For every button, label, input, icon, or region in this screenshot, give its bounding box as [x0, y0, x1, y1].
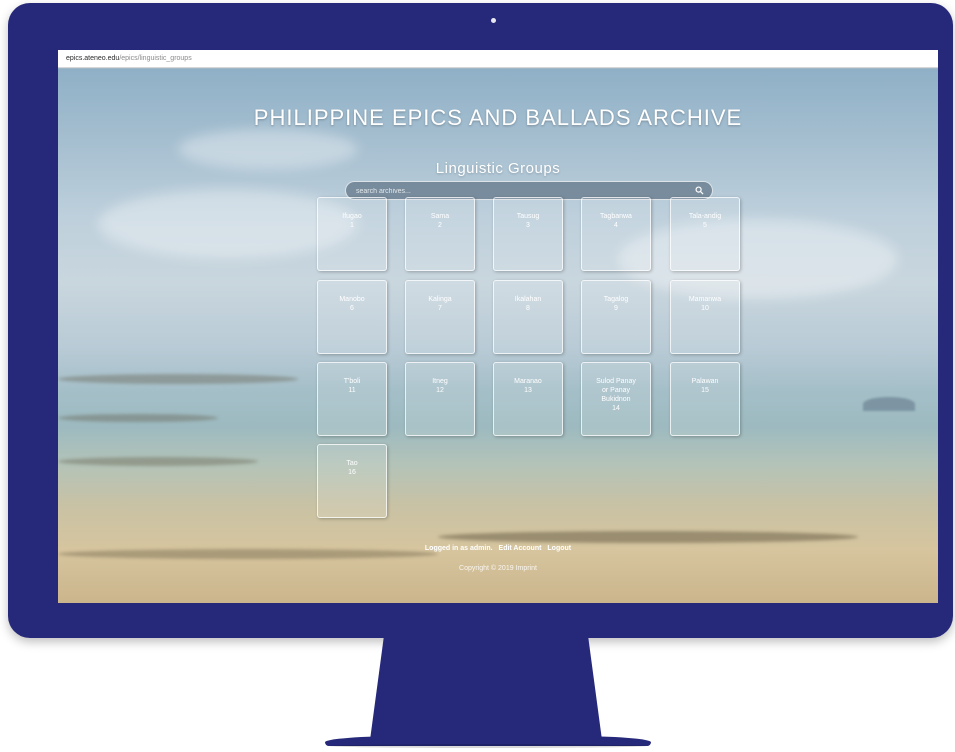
- group-number: 12: [436, 387, 444, 394]
- monitor-stand: [370, 636, 602, 740]
- group-number: 6: [350, 305, 354, 312]
- browser-screen: epics.ateneo.edu/epics/linguistic_groups…: [58, 50, 938, 603]
- linguistic-group-tile[interactable]: Kalinga 7: [405, 280, 475, 354]
- monitor-frame: epics.ateneo.edu/epics/linguistic_groups…: [8, 3, 953, 638]
- logout-link[interactable]: Logout: [547, 545, 571, 552]
- linguistic-group-tile[interactable]: T'boli 11: [317, 362, 387, 436]
- linguistic-group-tile[interactable]: Sama 2: [405, 197, 475, 271]
- page-title: Linguistic Groups: [435, 160, 561, 177]
- logged-in-text: Logged in as admin.: [424, 545, 493, 552]
- linguistic-group-tile[interactable]: Tagalog 9: [581, 280, 651, 354]
- island-shape: [863, 397, 915, 411]
- group-number: 4: [614, 222, 618, 229]
- group-name: Ifugao: [342, 213, 362, 220]
- group-name: Tagbanwa: [600, 213, 632, 220]
- linguistic-group-tile[interactable]: Mamanwa 10: [670, 280, 740, 354]
- group-name: Tagalog: [603, 296, 629, 303]
- edit-account-link[interactable]: Edit Account: [499, 545, 542, 552]
- account-footer: Logged in as admin. Edit Account Logout: [58, 545, 938, 552]
- group-number: 9: [614, 305, 618, 312]
- site-title[interactable]: PHILIPPINE EPICS AND BALLADS ARCHIVE: [58, 105, 938, 131]
- group-number: 10: [701, 305, 709, 312]
- group-name: Ikalahan: [514, 296, 542, 303]
- group-name: Tausug: [516, 213, 540, 220]
- group-name: Tala-andig: [688, 213, 722, 220]
- group-number: 3: [526, 222, 530, 229]
- page-background: PHILIPPINE EPICS AND BALLADS ARCHIVE Lin…: [58, 69, 938, 603]
- linguistic-group-tile[interactable]: Tausug 3: [493, 197, 563, 271]
- group-number: 11: [348, 387, 356, 394]
- camera-dot: [491, 18, 496, 23]
- group-number: 15: [701, 387, 709, 394]
- linguistic-group-tile[interactable]: Tao 16: [317, 444, 387, 518]
- group-number: 7: [438, 305, 442, 312]
- group-name: T'boli: [343, 378, 361, 385]
- linguistic-group-tile[interactable]: Maranao 13: [493, 362, 563, 436]
- group-name: Itneg: [432, 378, 448, 385]
- linguistic-group-tile[interactable]: Tagbanwa 4: [581, 197, 651, 271]
- url-host: epics.ateneo.edu: [66, 55, 120, 62]
- group-name: Sama: [430, 213, 450, 220]
- linguistic-group-tile[interactable]: Sulod Panay or Panay Bukidnon 14: [581, 362, 651, 436]
- address-bar[interactable]: epics.ateneo.edu/epics/linguistic_groups: [58, 50, 938, 68]
- group-number: 8: [526, 305, 530, 312]
- linguistic-group-tile[interactable]: Manobo 6: [317, 280, 387, 354]
- group-number: 2: [438, 222, 442, 229]
- linguistic-group-tile[interactable]: Ikalahan 8: [493, 280, 563, 354]
- group-number: 5: [703, 222, 707, 229]
- group-name: Mamanwa: [688, 296, 722, 303]
- copyright-text: Copyright © 2019 Imprint: [459, 565, 537, 572]
- linguistic-group-tile[interactable]: Itneg 12: [405, 362, 475, 436]
- linguistic-group-tile[interactable]: Ifugao 1: [317, 197, 387, 271]
- group-number: 14: [612, 405, 620, 412]
- group-name: Sulod Panay or Panay Bukidnon: [596, 378, 636, 403]
- group-name: Manobo: [339, 296, 365, 303]
- group-name: Palawan: [691, 378, 719, 385]
- group-number: 13: [524, 387, 532, 394]
- url-path: /epics/linguistic_groups: [119, 55, 192, 62]
- linguistic-group-tile[interactable]: Palawan 15: [670, 362, 740, 436]
- group-name: Maranao: [514, 378, 542, 385]
- group-name: Tao: [346, 460, 358, 467]
- search-icon[interactable]: [695, 186, 704, 195]
- group-name: Kalinga: [428, 296, 452, 303]
- linguistic-group-tile[interactable]: Tala-andig 5: [670, 197, 740, 271]
- group-number: 16: [348, 469, 356, 476]
- group-number: 1: [350, 222, 354, 229]
